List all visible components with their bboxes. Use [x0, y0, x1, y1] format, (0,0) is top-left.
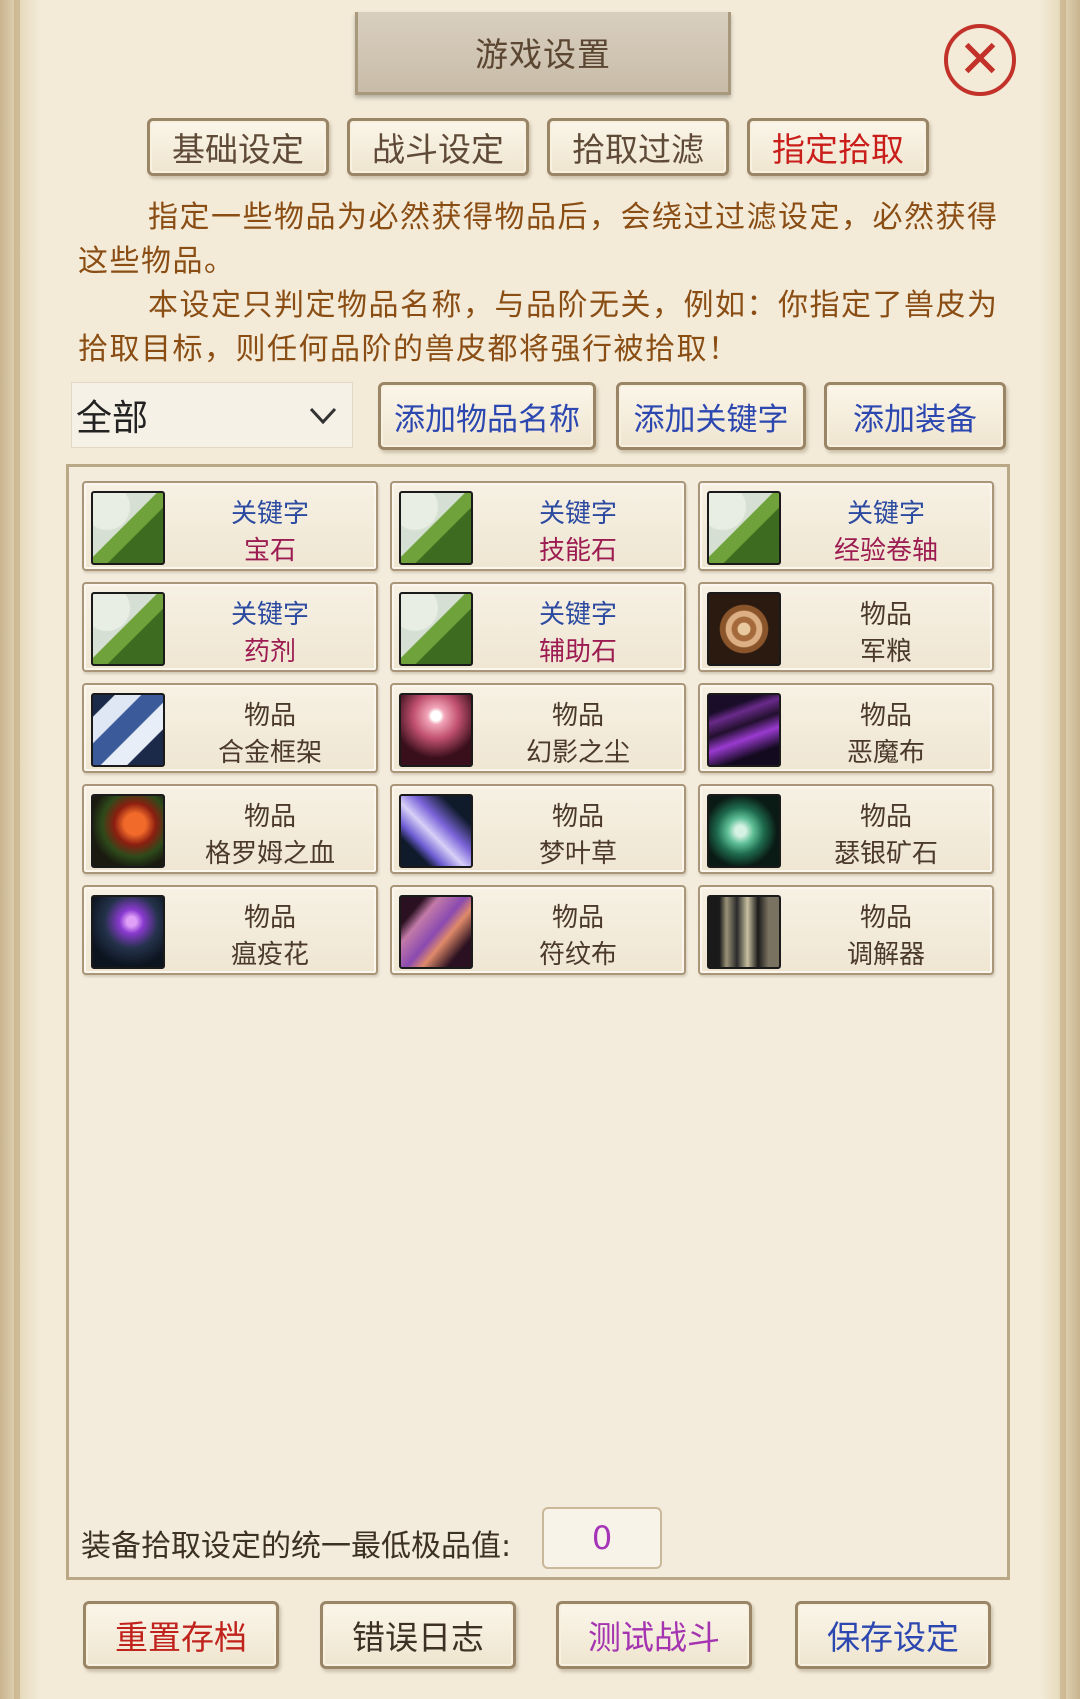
entry-name: 调解器 — [846, 940, 925, 970]
entry-name: 军粮 — [859, 637, 912, 667]
loot-entry[interactable]: 关键字 药剂 — [82, 582, 378, 672]
description: 指定一些物品为必然获得物品后，会绕过过滤设定，必然获得这些物品。 本设定只判定物… — [78, 196, 1000, 372]
loot-entry[interactable]: 物品 格罗姆之血 — [82, 784, 378, 874]
category-dropdown[interactable]: 全部 — [71, 382, 353, 448]
add-equipment-button[interactable]: 添加装备 — [824, 382, 1006, 450]
scroll-icon — [399, 592, 473, 666]
entry-type: 物品 — [551, 903, 604, 933]
close-icon: ✕ — [958, 30, 1002, 90]
entry-type: 物品 — [859, 903, 912, 933]
entry-name: 药剂 — [243, 637, 296, 667]
loot-entry[interactable]: 物品 合金框架 — [82, 683, 378, 773]
purple-flower-icon — [91, 895, 165, 969]
entry-name: 辅助石 — [538, 637, 617, 667]
test-battle-button[interactable]: 测试战斗 — [556, 1601, 752, 1669]
category-selected: 全部 — [76, 398, 149, 439]
add-keyword-button[interactable]: 添加关键字 — [616, 382, 806, 450]
entry-type: 物品 — [859, 802, 912, 832]
title-plate: 游戏设置 — [355, 12, 731, 95]
add-item-name-button[interactable]: 添加物品名称 — [378, 382, 596, 450]
loot-entry[interactable]: 物品 调解器 — [698, 885, 994, 975]
entry-name: 经验卷轴 — [833, 536, 938, 566]
loot-entry[interactable]: 物品 瘟疫花 — [82, 885, 378, 975]
window-title: 游戏设置 — [475, 35, 611, 74]
entry-name: 格罗姆之血 — [204, 839, 335, 869]
demon-cloth-icon — [707, 693, 781, 767]
loot-entry[interactable]: 物品 幻影之尘 — [390, 683, 686, 773]
entry-type: 关键字 — [230, 600, 309, 630]
chevron-down-icon — [309, 407, 337, 425]
entry-type: 关键字 — [538, 600, 617, 630]
scroll-icon — [91, 592, 165, 666]
scroll-icon — [399, 491, 473, 565]
entry-name: 技能石 — [538, 536, 617, 566]
loot-entry[interactable]: 物品 瑟银矿石 — [698, 784, 994, 874]
loot-entry[interactable]: 关键字 经验卷轴 — [698, 481, 994, 571]
loot-entry[interactable]: 物品 符纹布 — [390, 885, 686, 975]
description-paragraph-2: 本设定只判定物品名称，与品阶无关，例如：你指定了兽皮为拾取目标，则任何品阶的兽皮… — [78, 288, 999, 367]
entry-type: 物品 — [859, 701, 912, 731]
tab-designated-loot[interactable]: 指定拾取 — [747, 118, 929, 176]
entry-name: 幻影之尘 — [525, 738, 630, 768]
close-button[interactable]: ✕ — [944, 24, 1016, 96]
tab-basic-settings[interactable]: 基础设定 — [147, 118, 329, 176]
entry-type: 关键字 — [846, 499, 925, 529]
loot-entry[interactable]: 关键字 宝石 — [82, 481, 378, 571]
entry-name: 符纹布 — [538, 940, 617, 970]
bread-roll-icon — [707, 592, 781, 666]
purple-leaf-icon — [399, 794, 473, 868]
rune-cloth-icon — [399, 895, 473, 969]
red-herb-icon — [91, 794, 165, 868]
loot-entry[interactable]: 物品 梦叶草 — [390, 784, 686, 874]
loot-entry[interactable]: 物品 军粮 — [698, 582, 994, 672]
scroll-icon — [91, 491, 165, 565]
loot-list-panel: 关键字 宝石 关键字 技能石 关键字 经验卷轴 关键字 药剂 关键字 辅助石 物… — [66, 464, 1010, 1580]
entry-name: 梦叶草 — [538, 839, 617, 869]
entry-type: 物品 — [859, 600, 912, 630]
save-settings-button[interactable]: 保存设定 — [795, 1601, 991, 1669]
scroll-icon — [707, 491, 781, 565]
entry-type: 物品 — [551, 802, 604, 832]
entry-type: 关键字 — [538, 499, 617, 529]
entry-type: 物品 — [243, 701, 296, 731]
metal-frame-icon — [91, 693, 165, 767]
entry-name: 恶魔布 — [846, 738, 925, 768]
tab-battle-settings[interactable]: 战斗设定 — [347, 118, 529, 176]
green-ore-icon — [707, 794, 781, 868]
min-quality-input[interactable]: 0 — [542, 1507, 662, 1569]
reset-save-button[interactable]: 重置存档 — [83, 1601, 279, 1669]
entry-type: 物品 — [243, 903, 296, 933]
mechanism-icon — [707, 895, 781, 969]
entry-type: 物品 — [551, 701, 604, 731]
loot-entry[interactable]: 物品 恶魔布 — [698, 683, 994, 773]
min-quality-label: 装备拾取设定的统一最低极品值: — [81, 1529, 512, 1564]
entry-name: 合金框架 — [217, 738, 322, 768]
tab-loot-filter[interactable]: 拾取过滤 — [547, 118, 729, 176]
phantom-dust-icon — [399, 693, 473, 767]
description-paragraph-1: 指定一些物品为必然获得物品后，会绕过过滤设定，必然获得这些物品。 — [78, 200, 999, 279]
entry-name: 宝石 — [243, 536, 296, 566]
entry-type: 关键字 — [230, 499, 309, 529]
entry-type: 物品 — [243, 802, 296, 832]
loot-entry[interactable]: 关键字 辅助石 — [390, 582, 686, 672]
error-log-button[interactable]: 错误日志 — [320, 1601, 516, 1669]
entry-name: 瑟银矿石 — [833, 839, 938, 869]
entry-name: 瘟疫花 — [230, 940, 309, 970]
loot-entry[interactable]: 关键字 技能石 — [390, 481, 686, 571]
